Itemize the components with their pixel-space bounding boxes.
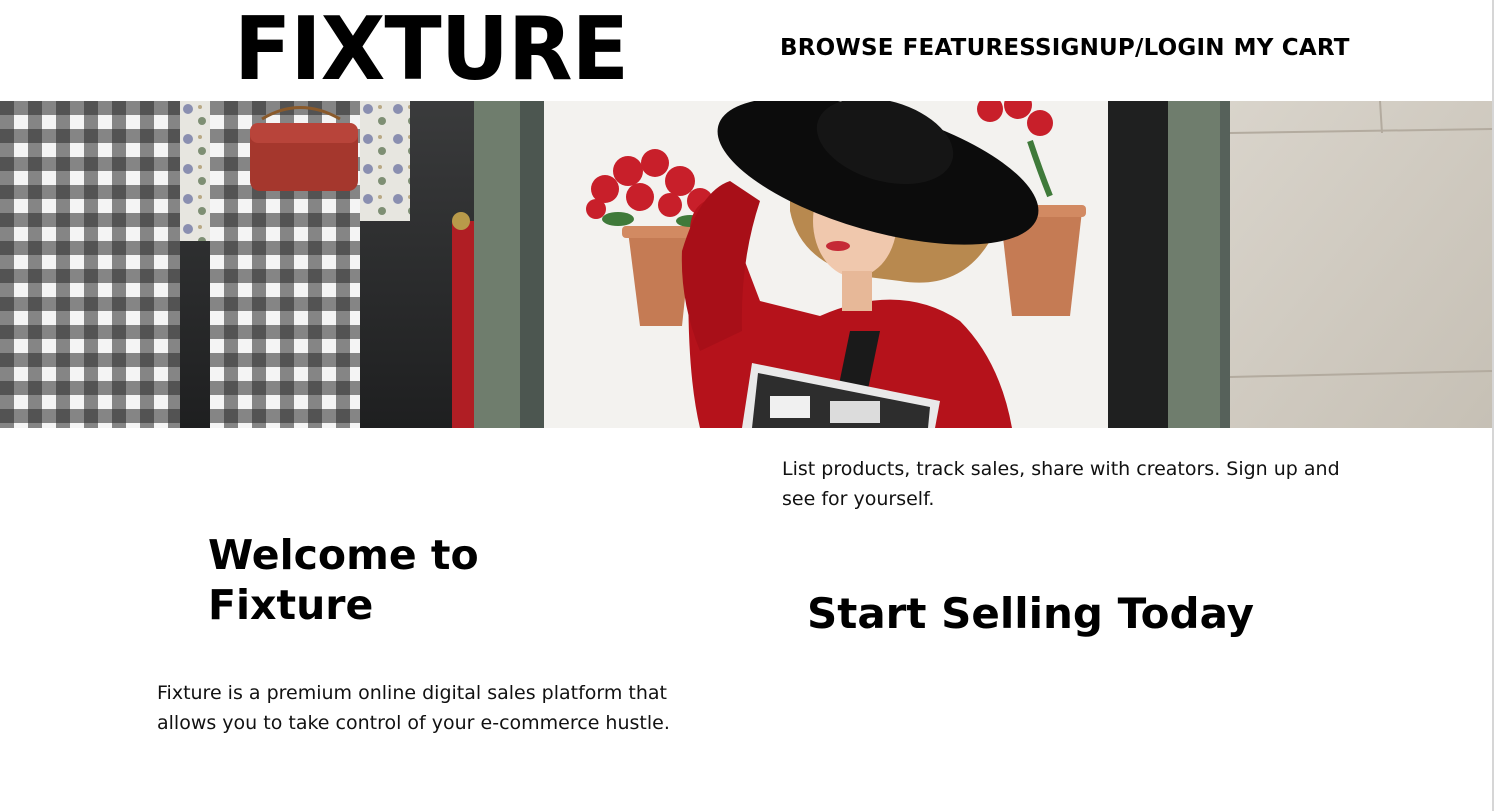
page: FIXTURE BROWSE FEATURESSIGNUP/LOGIN MY C… <box>0 0 1496 811</box>
hero-banner-image <box>0 101 1492 428</box>
welcome-heading: Welcome to Fixture <box>208 531 479 629</box>
nav-features-signup-login[interactable]: FEATURESSIGNUP/LOGIN <box>903 35 1225 61</box>
platform-description: Fixture is a premium online digital sale… <box>157 682 670 734</box>
site-logo[interactable]: FIXTURE <box>234 2 629 96</box>
hero-illustration <box>0 101 1492 428</box>
main-nav: BROWSE FEATURESSIGNUP/LOGIN MY CART <box>780 33 1350 63</box>
tagline-text: List products, track sales, share with c… <box>782 458 1340 510</box>
nav-browse[interactable]: BROWSE <box>780 35 894 61</box>
nav-my-cart[interactable]: MY CART <box>1234 35 1350 61</box>
start-selling-heading: Start Selling Today <box>807 589 1255 638</box>
page-scrollbar[interactable] <box>1492 0 1494 811</box>
